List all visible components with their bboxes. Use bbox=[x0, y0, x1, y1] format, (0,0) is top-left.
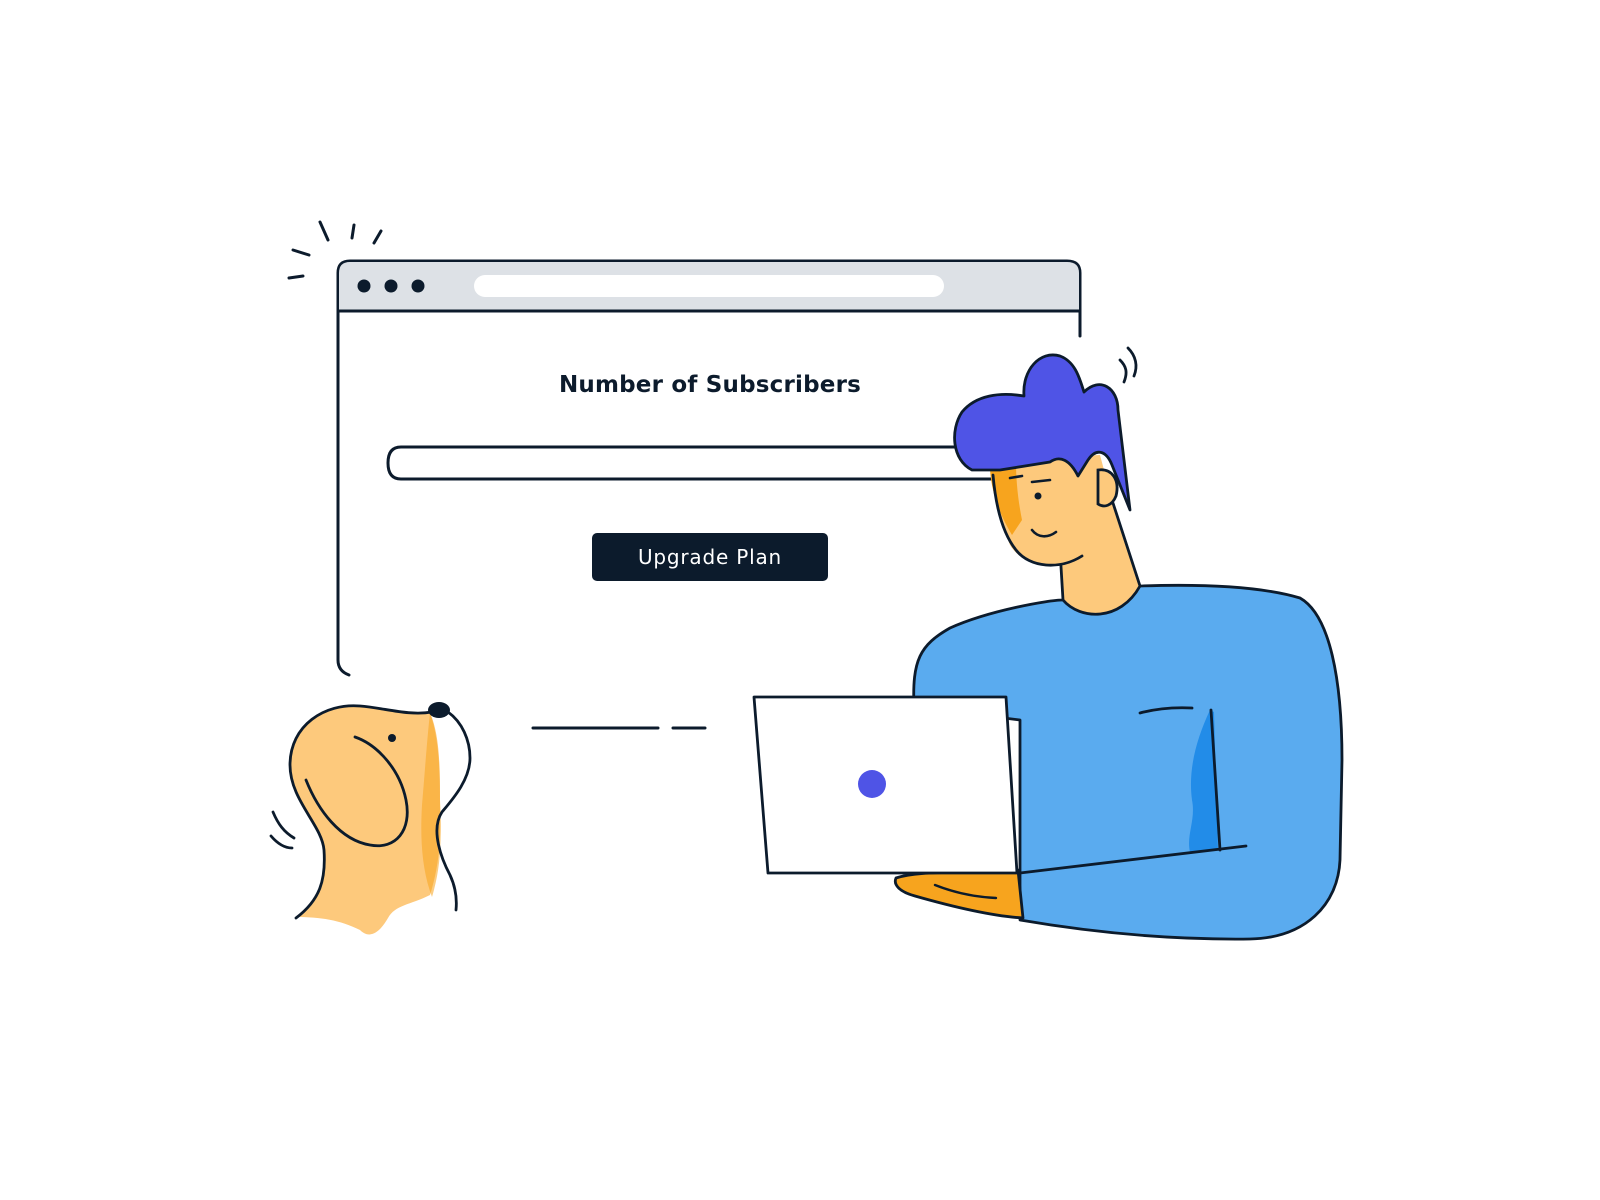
motion-lines-icon bbox=[1118, 346, 1138, 384]
dog-neck-line bbox=[435, 710, 472, 912]
upgrade-plan-button[interactable]: Upgrade Plan bbox=[592, 533, 828, 581]
wag-lines-icon bbox=[269, 810, 296, 850]
hand bbox=[893, 868, 1025, 920]
ear bbox=[1096, 468, 1119, 508]
address-bar[interactable] bbox=[474, 275, 944, 297]
illustration bbox=[269, 220, 1344, 941]
upgrade-plan-label: Upgrade Plan bbox=[637, 545, 782, 569]
laptop-logo-dot bbox=[858, 770, 886, 798]
subscribers-heading: Number of Subscribers bbox=[558, 372, 862, 398]
dog-eye bbox=[388, 734, 396, 742]
three-dots-icon bbox=[357, 279, 425, 293]
eye bbox=[1034, 492, 1042, 500]
dog-nose bbox=[428, 702, 450, 718]
subscribers-input[interactable] bbox=[386, 445, 1007, 481]
dog bbox=[269, 702, 472, 935]
